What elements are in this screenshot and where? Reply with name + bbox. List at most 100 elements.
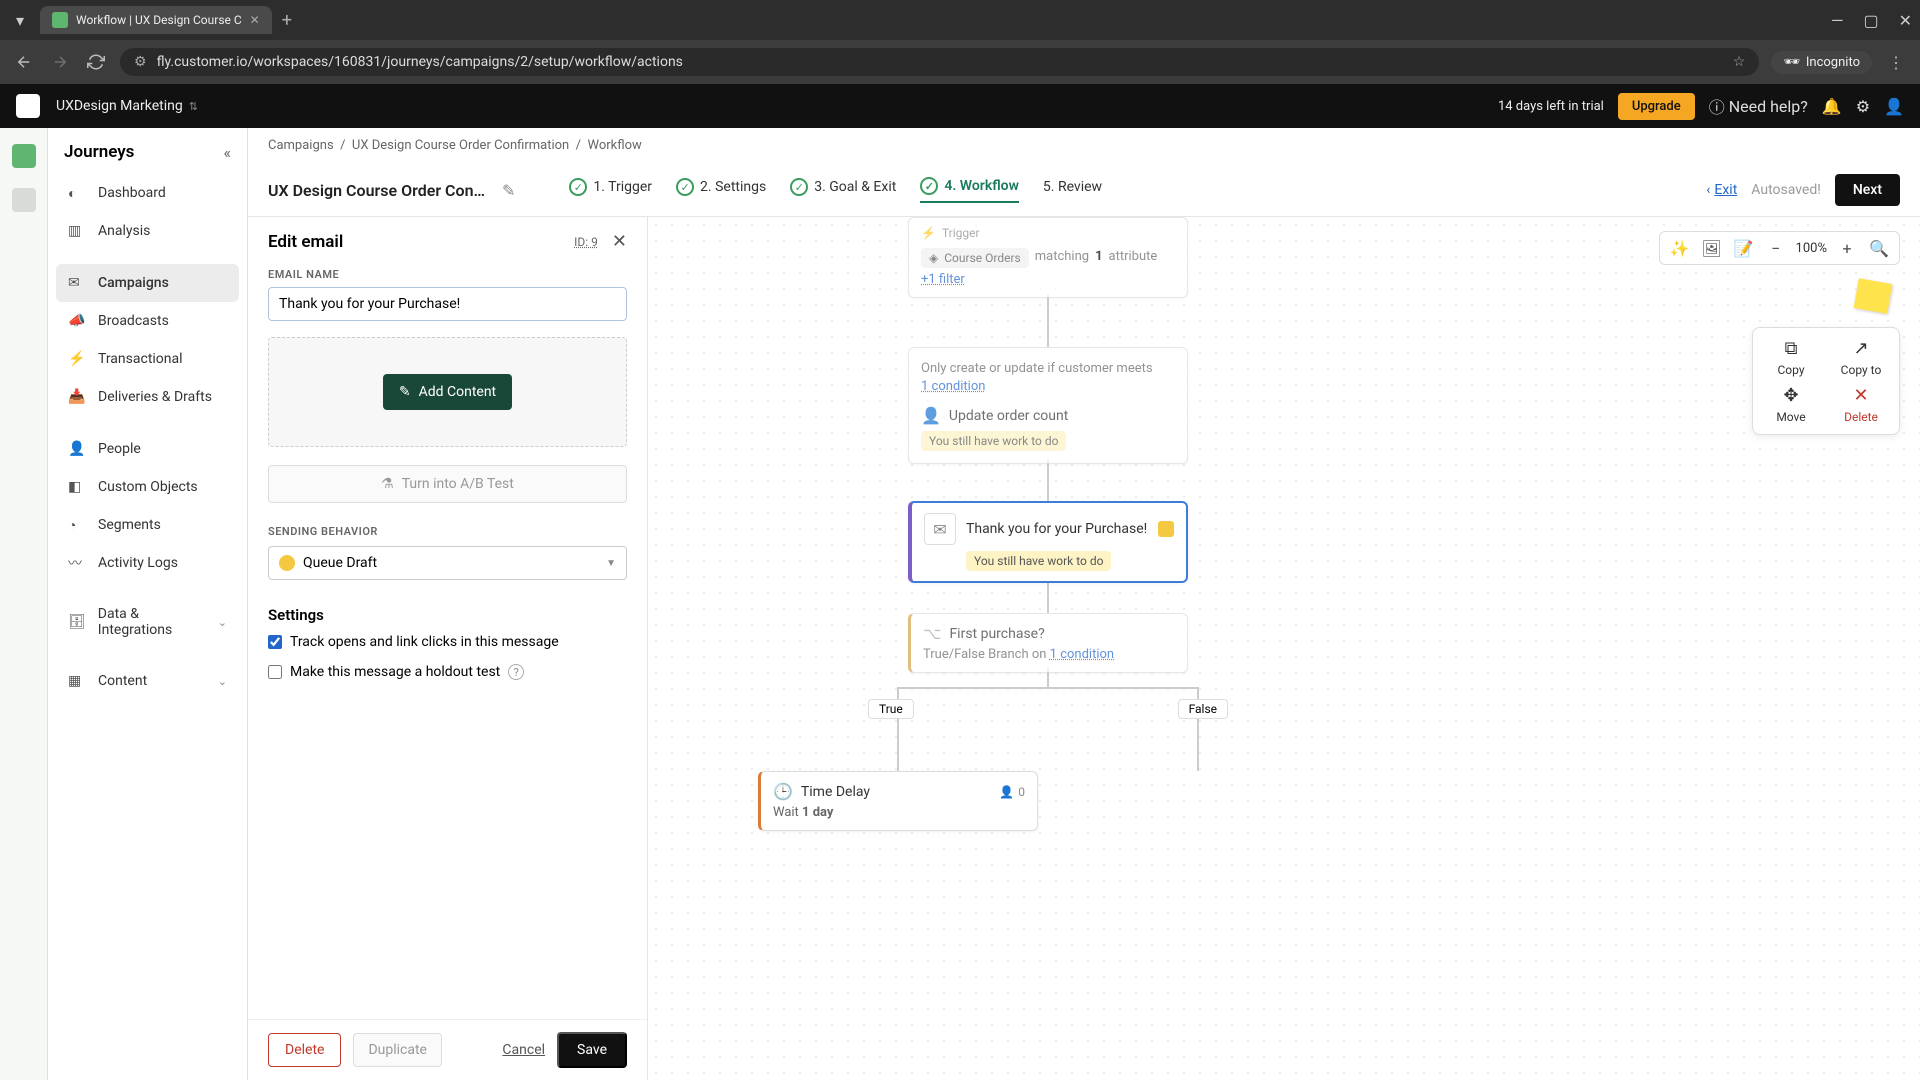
zoom-percent[interactable]: 100% — [1796, 241, 1827, 256]
delete-action[interactable]: ✕Delete — [1833, 385, 1889, 424]
trial-status: 14 days left in trial — [1498, 99, 1604, 114]
sidebar-title: Journeys — [64, 142, 134, 162]
add-content-button[interactable]: ✎ Add Content — [383, 374, 512, 410]
step-workflow[interactable]: ✓4. Workflow — [920, 177, 1019, 203]
sidebar-item-transactional[interactable]: ⚡Transactional — [56, 340, 239, 378]
incognito-badge[interactable]: 🕶 Incognito — [1771, 51, 1872, 74]
close-panel-icon[interactable]: ✕ — [612, 231, 627, 252]
reload-icon[interactable] — [84, 50, 108, 74]
bookmark-icon[interactable]: ☆ — [1733, 54, 1746, 70]
sidebar-item-activity-logs[interactable]: 〰Activity Logs — [56, 544, 239, 582]
duplicate-button[interactable]: Duplicate — [353, 1033, 442, 1067]
canvas-toolbar: ✨ 🖼 📝 − 100% + 🔍 — [1659, 231, 1900, 265]
close-window-icon[interactable]: ✕ — [1899, 11, 1912, 30]
move-action[interactable]: ✥Move — [1763, 385, 1819, 424]
forward-icon[interactable] — [48, 50, 72, 74]
sidebar-item-segments[interactable]: ◔Segments — [56, 506, 239, 544]
browser-tab-strip: ▾ Workflow | UX Design Course C ✕ + — ▢ … — [0, 0, 1920, 40]
holdout-checkbox-row[interactable]: Make this message a holdout test ? — [268, 664, 627, 680]
copy-icon: ⧉ — [1785, 338, 1798, 359]
sidebar-item-analysis[interactable]: ▥Analysis — [56, 212, 239, 250]
email-name-input[interactable] — [268, 287, 627, 321]
new-tab-button[interactable]: + — [282, 10, 292, 31]
back-icon[interactable] — [12, 50, 36, 74]
track-opens-checkbox-row[interactable]: Track opens and link clicks in this mess… — [268, 634, 627, 650]
export-icon: ↗ — [1853, 338, 1868, 359]
upgrade-button[interactable]: Upgrade — [1618, 93, 1695, 120]
edit-panel-title: Edit email — [268, 232, 343, 252]
zoom-out-icon[interactable]: − — [1764, 236, 1788, 260]
chevron-left-icon: ‹ — [1706, 182, 1710, 198]
url-bar[interactable]: ⚙ fly.customer.io/workspaces/160831/jour… — [120, 48, 1759, 76]
email-node-selected[interactable]: ✉ Thank you for your Purchase! You still… — [908, 501, 1188, 583]
email-name-label: EMAIL NAME — [268, 268, 627, 281]
breadcrumb-campaigns[interactable]: Campaigns — [268, 138, 334, 153]
ai-suggest-icon[interactable]: ✨ — [1668, 236, 1692, 260]
update-attribute-node[interactable]: Only create or update if customer meets … — [908, 347, 1188, 464]
help-icon[interactable]: ? — [508, 664, 524, 680]
sidebar-item-custom-objects[interactable]: ◧Custom Objects — [56, 468, 239, 506]
branch-false-label: False — [1178, 699, 1228, 719]
rail-secondary-icon[interactable] — [12, 188, 36, 212]
breadcrumb-campaign-name[interactable]: UX Design Course Order Confirmation — [352, 138, 569, 153]
track-opens-checkbox[interactable] — [268, 635, 282, 649]
flask-icon: ⚗ — [381, 476, 394, 492]
search-icon[interactable]: 🔍 — [1867, 236, 1891, 260]
sticky-note[interactable] — [1854, 278, 1893, 313]
account-icon[interactable]: 👤 — [1884, 97, 1904, 116]
workflow-canvas[interactable]: ✨ 🖼 📝 − 100% + 🔍 ⧉Copy ↗Copy to ✥Move ✕D… — [648, 217, 1920, 1080]
maximize-icon[interactable]: ▢ — [1863, 11, 1878, 30]
move-icon: ✥ — [1783, 385, 1798, 406]
next-button[interactable]: Next — [1835, 174, 1900, 206]
branch-node[interactable]: ⌥ First purchase? True/False Branch on 1… — [908, 613, 1188, 673]
step-goal-exit[interactable]: ✓3. Goal & Exit — [790, 177, 896, 203]
delay-node[interactable]: 🕒 Time Delay 👤0 Wait 1 day — [758, 771, 1038, 831]
step-review[interactable]: 5. Review — [1043, 177, 1102, 203]
cancel-button[interactable]: Cancel — [502, 1042, 545, 1058]
settings-icon[interactable]: ⚙ — [1856, 97, 1870, 116]
trigger-node[interactable]: ⚡Trigger ◈Course Orders matching 1 attri… — [908, 217, 1188, 298]
chart-icon: ▥ — [68, 222, 86, 240]
edit-id-link[interactable]: ID: 9 — [574, 235, 598, 249]
ab-test-button[interactable]: ⚗ Turn into A/B Test — [268, 465, 627, 503]
collapse-sidebar-icon[interactable]: « — [223, 143, 231, 162]
copy-to-action[interactable]: ↗Copy to — [1833, 338, 1889, 377]
chevron-down-icon: ⌄ — [218, 675, 227, 688]
holdout-checkbox[interactable] — [268, 665, 282, 679]
window-controls: — ▢ ✕ — [1831, 11, 1912, 30]
workspace-switcher-icon[interactable]: ⇅ — [189, 100, 198, 113]
branch-labels: True False — [868, 699, 1228, 719]
megaphone-icon: 📣 — [68, 312, 86, 330]
sidebar-item-deliveries[interactable]: 📥Deliveries & Drafts — [56, 378, 239, 416]
sidebar-item-dashboard[interactable]: ◐Dashboard — [56, 174, 239, 212]
copy-action[interactable]: ⧉Copy — [1763, 338, 1819, 377]
close-tab-icon[interactable]: ✕ — [250, 13, 260, 27]
sidebar-item-data-integrations[interactable]: 🗄Data & Integrations⌄ — [56, 596, 239, 648]
workspace-name[interactable]: UXDesign Marketing — [56, 98, 183, 114]
sidebar-item-content[interactable]: ▦Content⌄ — [56, 662, 239, 700]
sidebar-item-broadcasts[interactable]: 📣Broadcasts — [56, 302, 239, 340]
browser-menu-icon[interactable]: ⋮ — [1884, 50, 1908, 74]
minimize-icon[interactable]: — — [1831, 11, 1844, 30]
edit-title-icon[interactable]: ✎ — [502, 181, 515, 200]
notifications-icon[interactable]: 🔔 — [1822, 97, 1842, 116]
zoom-in-icon[interactable]: + — [1835, 236, 1859, 260]
step-trigger[interactable]: ✓1. Trigger — [569, 177, 652, 203]
site-settings-icon[interactable]: ⚙ — [134, 54, 147, 70]
step-settings[interactable]: ✓2. Settings — [676, 177, 766, 203]
campaign-title: UX Design Course Order Confir… — [268, 181, 488, 200]
sidebar-item-campaigns[interactable]: ✉Campaigns — [56, 264, 239, 302]
app-logo-icon[interactable] — [16, 94, 40, 118]
rail-journeys-icon[interactable] — [12, 144, 36, 168]
note-icon[interactable]: 📝 — [1732, 236, 1756, 260]
save-button[interactable]: Save — [557, 1032, 627, 1068]
help-link[interactable]: ⓘ Need help? — [1709, 94, 1808, 118]
tab-list-dropdown[interactable]: ▾ — [8, 8, 32, 32]
image-icon[interactable]: 🖼 — [1700, 236, 1724, 260]
exit-link[interactable]: ‹Exit — [1706, 182, 1737, 198]
delete-button[interactable]: Delete — [268, 1033, 341, 1067]
sidebar-item-people[interactable]: 👤People — [56, 430, 239, 468]
sending-behavior-select[interactable]: Queue Draft ▼ — [268, 546, 627, 580]
branch-true-label: True — [868, 699, 914, 719]
browser-tab[interactable]: Workflow | UX Design Course C ✕ — [40, 6, 272, 34]
